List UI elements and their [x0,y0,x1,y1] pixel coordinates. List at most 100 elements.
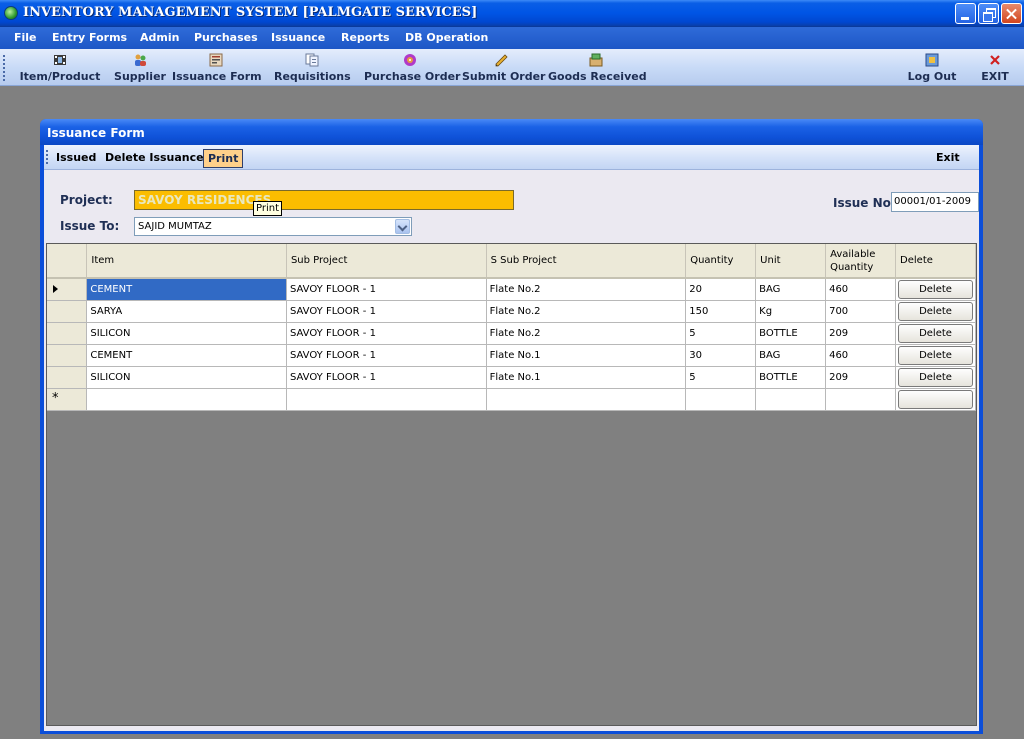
issue-to-label: Issue To: [60,219,120,233]
issuance-form-window: Issuance Form Issued Delete Issuance Pri… [40,119,983,734]
issue-to-select[interactable]: SAJID MUMTAZ [134,217,412,236]
toolbar-submit-order[interactable]: Submit Order [462,51,545,85]
cell-sub-project[interactable]: SAVOY FLOOR - 1 [286,344,487,367]
cell-sub-project[interactable]: SAVOY FLOOR - 1 [286,322,487,345]
people-icon [135,54,146,66]
toolbar-grip[interactable] [3,55,5,81]
toolbar-exit[interactable]: EXIT [978,51,1012,85]
form-toolbar-grip[interactable] [46,150,48,165]
cell-sub-project[interactable]: SAVOY FLOOR - 1 [286,366,487,389]
menu-admin[interactable]: Admin [140,31,179,44]
cell-quantity[interactable]: 30 [685,344,757,367]
cell-s-sub-project[interactable]: Flate No.1 [486,366,687,389]
app-icon [4,6,18,20]
documents-icon [305,53,319,67]
menu-entry-forms[interactable]: Entry Forms [52,31,127,44]
table-row: SILICON SAVOY FLOOR - 1 Flate No.2 5 BOT… [47,322,976,345]
cell-unit[interactable]: BAG [755,344,827,367]
row-selector[interactable] [47,300,88,323]
cell-item[interactable]: CEMENT [86,344,287,367]
new-cell-unit[interactable] [755,388,827,411]
cell-unit[interactable]: BOTTLE [755,366,827,389]
exit-button[interactable]: Exit [936,151,960,164]
cell-s-sub-project[interactable]: Flate No.2 [486,322,687,345]
cell-sub-project[interactable]: SAVOY FLOOR - 1 [286,300,487,323]
toolbar-supplier[interactable]: Supplier [114,51,166,85]
toolbar-requisitions[interactable]: Requisitions [274,51,351,85]
menu-db-operation[interactable]: DB Operation [405,31,488,44]
delete-row-button[interactable]: Delete [898,324,973,343]
row-selector[interactable] [47,278,88,301]
delete-issuance-button[interactable]: Delete Issuance [105,151,204,164]
table-row: CEMENT SAVOY FLOOR - 1 Flate No.2 20 BAG… [47,278,976,301]
print-button[interactable]: Print [203,149,244,168]
cell-unit[interactable]: BOTTLE [755,322,827,345]
cell-item[interactable]: SARYA [86,300,287,323]
cell-quantity[interactable]: 150 [685,300,757,323]
cell-available-quantity[interactable]: 700 [825,300,897,323]
new-cell-quantity[interactable] [685,388,757,411]
restore-button[interactable] [978,3,999,24]
cell-s-sub-project[interactable]: Flate No.2 [486,278,687,301]
new-cell-item[interactable] [86,388,287,411]
new-cell-available-quantity[interactable] [825,388,897,411]
row-selector[interactable] [47,344,88,367]
row-selector[interactable] [47,322,88,345]
cell-available-quantity[interactable]: 209 [825,366,897,389]
print-tooltip: Print [253,201,283,216]
cell-s-sub-project[interactable]: Flate No.2 [486,300,687,323]
delete-row-button[interactable]: Delete [898,346,973,365]
cell-s-sub-project[interactable]: Flate No.1 [486,344,687,367]
new-row-delete-button[interactable] [898,390,973,409]
new-cell-s-sub-project[interactable] [486,388,687,411]
cell-delete: Delete [895,322,976,345]
cell-item[interactable]: SILICON [86,322,287,345]
toolbar-purchase-order[interactable]: Purchase Order [364,51,460,85]
project-field[interactable]: SAVOY RESIDENCES [134,190,514,210]
cell-item[interactable]: CEMENT [86,278,287,301]
column-header-sub-project[interactable]: Sub Project [286,244,487,279]
cell-quantity[interactable]: 5 [685,322,757,345]
cell-available-quantity[interactable]: 460 [825,278,897,301]
table-row: SARYA SAVOY FLOOR - 1 Flate No.2 150 Kg … [47,300,976,323]
toolbar-issuance-form[interactable]: Issuance Form [172,51,262,85]
window-title: INVENTORY MANAGEMENT SYSTEM [PALMGATE SE… [23,5,478,20]
row-selector[interactable] [47,366,88,389]
delete-row-button[interactable]: Delete [898,280,973,299]
cell-sub-project[interactable]: SAVOY FLOOR - 1 [286,278,487,301]
chevron-down-icon[interactable] [395,219,410,234]
cell-quantity[interactable]: 5 [685,366,757,389]
toolbar-item-product[interactable]: Item/Product [16,51,104,85]
form-icon [209,53,223,67]
column-header-item[interactable]: Item [86,244,287,279]
menu-issuance[interactable]: Issuance [271,31,325,44]
issue-no-field[interactable]: 00001/01-2009 [891,192,979,212]
column-header-s-sub-project[interactable]: S Sub Project [486,244,687,279]
column-header-quantity[interactable]: Quantity [685,244,757,279]
cell-item[interactable]: SILICON [86,366,287,389]
menu-reports[interactable]: Reports [341,31,390,44]
delete-row-button[interactable]: Delete [898,368,973,387]
toolbar-label: Goods Received [548,70,647,83]
new-row-star-icon: * [52,391,59,406]
toolbar-goods-received[interactable]: Goods Received [548,51,647,85]
cell-quantity[interactable]: 20 [685,278,757,301]
cell-unit[interactable]: BAG [755,278,827,301]
new-row-selector[interactable]: * [47,388,88,411]
minimize-button[interactable] [955,3,976,24]
issuance-form-titlebar[interactable]: Issuance Form [40,119,983,145]
close-button[interactable] [1001,3,1022,24]
cell-available-quantity[interactable]: 460 [825,344,897,367]
cell-unit[interactable]: Kg [755,300,827,323]
menu-file[interactable]: File [14,31,37,44]
column-header-unit[interactable]: Unit [755,244,827,279]
column-header-available-quantity[interactable]: Available Quantity [825,244,897,279]
menu-purchases[interactable]: Purchases [194,31,258,44]
issued-button[interactable]: Issued [56,151,96,164]
toolbar-log-out[interactable]: Log Out [906,51,958,85]
column-header-delete[interactable]: Delete [895,244,976,279]
new-cell-sub-project[interactable] [286,388,487,411]
delete-row-button[interactable]: Delete [898,302,973,321]
cell-available-quantity[interactable]: 209 [825,322,897,345]
table-row: CEMENT SAVOY FLOOR - 1 Flate No.1 30 BAG… [47,344,976,367]
